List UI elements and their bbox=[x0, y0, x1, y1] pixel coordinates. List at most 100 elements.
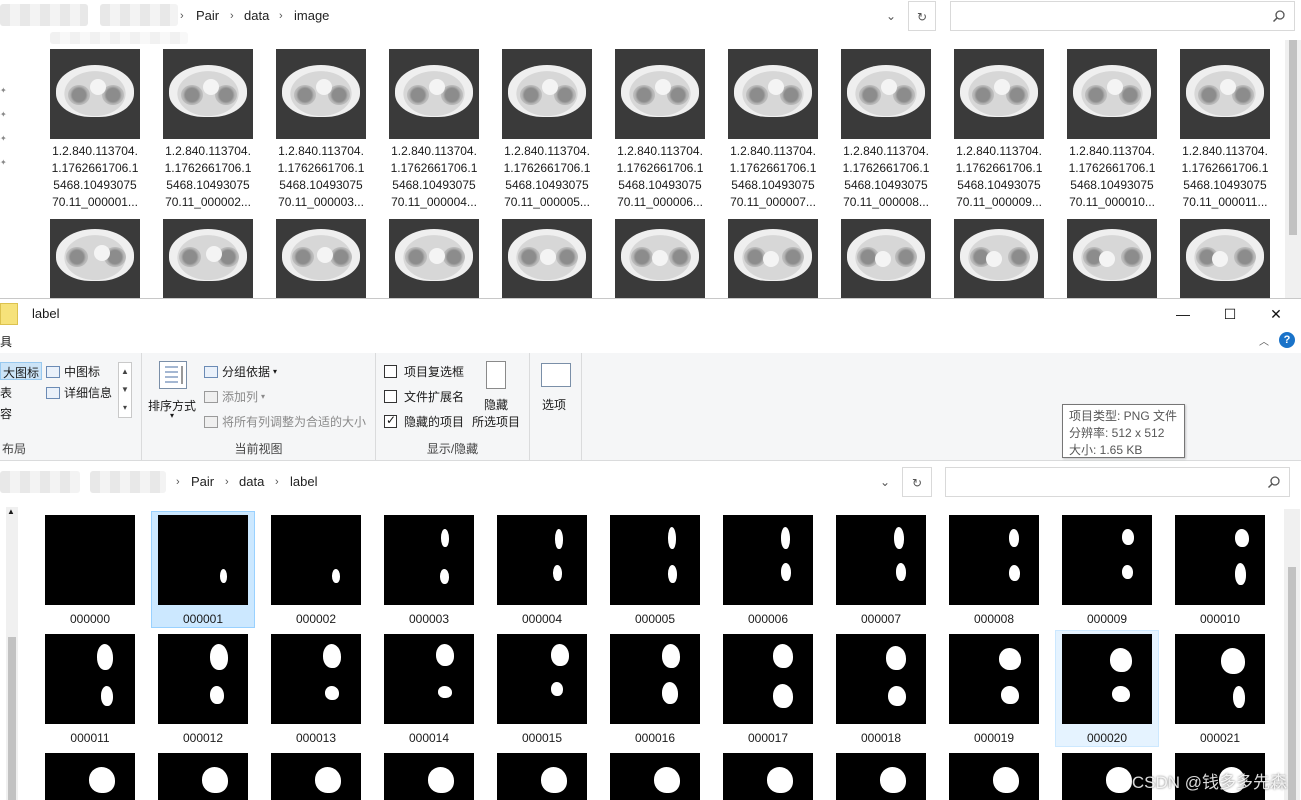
breadcrumb-image[interactable]: image bbox=[294, 1, 329, 31]
mask-thumbnail[interactable] bbox=[836, 753, 926, 800]
medium-icons-option[interactable]: 中图标 bbox=[46, 363, 100, 380]
mask-thumbnail[interactable] bbox=[271, 753, 361, 800]
ct-thumbnail[interactable] bbox=[1067, 219, 1157, 298]
breadcrumb-pair[interactable]: Pair bbox=[191, 467, 214, 497]
mask-thumbnail[interactable] bbox=[497, 515, 587, 605]
title-bar[interactable]: label — ☐ ✕ bbox=[0, 299, 1301, 329]
options-button[interactable]: 选项 bbox=[542, 396, 566, 413]
search-input[interactable] bbox=[945, 467, 1290, 497]
vertical-scrollbar[interactable] bbox=[1285, 40, 1301, 298]
address-bar[interactable]: › Pair › data › label ⌄ bbox=[166, 467, 902, 497]
mask-thumbnail[interactable] bbox=[723, 515, 813, 605]
content-option[interactable]: 内容 bbox=[0, 405, 12, 422]
mask-thumbnail[interactable] bbox=[45, 753, 135, 800]
ct-thumbnail[interactable] bbox=[615, 49, 705, 139]
hide-selected-button[interactable]: 隐藏 bbox=[484, 396, 508, 413]
mask-thumbnail[interactable] bbox=[384, 753, 474, 800]
mask-thumbnail[interactable] bbox=[610, 515, 700, 605]
ct-thumbnail[interactable] bbox=[954, 49, 1044, 139]
mask-thumbnail[interactable] bbox=[45, 515, 135, 605]
mask-thumbnail[interactable] bbox=[45, 634, 135, 724]
ct-thumbnail[interactable] bbox=[50, 219, 140, 298]
hide-selected-button-line2[interactable]: 所选项目 bbox=[472, 413, 520, 430]
ct-thumbnail[interactable] bbox=[841, 219, 931, 298]
add-columns-button[interactable]: 添加列▾ bbox=[204, 388, 265, 405]
layout-scroll[interactable]: ▲ ▼ ▾ bbox=[118, 362, 132, 418]
ct-thumbnail[interactable] bbox=[389, 49, 479, 139]
item-checkboxes-toggle[interactable]: 项目复选框 bbox=[384, 363, 464, 380]
breadcrumb-data[interactable]: data bbox=[239, 467, 264, 497]
mask-thumbnail[interactable] bbox=[271, 515, 361, 605]
ct-thumbnail[interactable] bbox=[1067, 49, 1157, 139]
maximize-button[interactable]: ☐ bbox=[1207, 299, 1253, 329]
breadcrumb-data[interactable]: data bbox=[244, 1, 269, 31]
ct-thumbnail[interactable] bbox=[389, 219, 479, 298]
vertical-scrollbar[interactable] bbox=[1284, 509, 1300, 800]
fit-columns-button[interactable]: 将所有列调整为合适的大小 bbox=[204, 413, 366, 430]
scroll-up-icon[interactable]: ▲ bbox=[119, 363, 131, 381]
chevron-up-icon[interactable]: ︿ bbox=[1259, 333, 1269, 348]
refresh-button[interactable]: ↻ bbox=[908, 1, 936, 31]
mask-thumbnail[interactable] bbox=[497, 753, 587, 800]
ct-thumbnail[interactable] bbox=[276, 49, 366, 139]
mask-thumbnail[interactable] bbox=[723, 753, 813, 800]
refresh-button[interactable]: ↻ bbox=[902, 467, 932, 497]
minimize-button[interactable]: — bbox=[1160, 299, 1206, 329]
ct-thumbnail[interactable] bbox=[502, 219, 592, 298]
scroll-down-icon[interactable]: ▼ bbox=[119, 381, 131, 399]
address-bar[interactable]: › Pair › data › image ⌄ bbox=[178, 1, 908, 31]
mask-thumbnail[interactable] bbox=[497, 634, 587, 724]
ct-thumbnail[interactable] bbox=[502, 49, 592, 139]
details-option[interactable]: 详细信息 bbox=[46, 384, 112, 401]
mask-thumbnail[interactable] bbox=[949, 634, 1039, 724]
ct-thumbnail[interactable] bbox=[163, 49, 253, 139]
mask-thumbnail[interactable] bbox=[158, 753, 248, 800]
ct-thumbnail[interactable] bbox=[841, 49, 931, 139]
mask-thumbnail[interactable] bbox=[158, 634, 248, 724]
mask-thumbnail[interactable] bbox=[610, 634, 700, 724]
ct-thumbnail[interactable] bbox=[50, 49, 140, 139]
scrollbar-thumb[interactable] bbox=[1288, 567, 1296, 800]
scrollbar-thumb[interactable] bbox=[1289, 40, 1297, 235]
mask-thumbnail[interactable] bbox=[610, 753, 700, 800]
mask-thumbnail[interactable] bbox=[158, 515, 248, 605]
ct-thumbnail[interactable] bbox=[276, 219, 366, 298]
ct-thumbnail[interactable] bbox=[615, 219, 705, 298]
mask-thumbnail[interactable] bbox=[949, 753, 1039, 800]
close-button[interactable]: ✕ bbox=[1253, 299, 1299, 329]
mask-thumbnail[interactable] bbox=[1062, 634, 1152, 724]
file-extensions-toggle[interactable]: 文件扩展名 bbox=[384, 388, 464, 405]
breadcrumb-pair[interactable]: Pair bbox=[196, 1, 219, 31]
mask-thumbnail[interactable] bbox=[836, 515, 926, 605]
mask-thumbnail[interactable] bbox=[1175, 515, 1265, 605]
mask-thumbnail[interactable] bbox=[1175, 634, 1265, 724]
scroll-up-icon[interactable]: ▲ bbox=[7, 507, 15, 516]
mask-thumbnail[interactable] bbox=[384, 634, 474, 724]
ct-thumbnail[interactable] bbox=[728, 49, 818, 139]
expand-icon[interactable]: ▾ bbox=[119, 399, 131, 417]
chevron-down-icon[interactable]: ⌄ bbox=[872, 467, 898, 497]
list-option[interactable]: 列表 bbox=[0, 384, 12, 401]
help-icon[interactable]: ? bbox=[1279, 332, 1295, 348]
item-checkboxes-checkbox[interactable] bbox=[384, 365, 397, 378]
search-input[interactable] bbox=[950, 1, 1295, 31]
chevron-down-icon[interactable]: ⌄ bbox=[878, 1, 904, 31]
breadcrumb-label[interactable]: label bbox=[290, 467, 317, 497]
file-extensions-checkbox[interactable] bbox=[384, 390, 397, 403]
hidden-items-toggle[interactable]: 隐藏的项目 bbox=[384, 413, 464, 430]
mask-thumbnail[interactable] bbox=[836, 634, 926, 724]
tab-fragment[interactable]: 具 bbox=[0, 333, 12, 350]
ct-thumbnail[interactable] bbox=[728, 219, 818, 298]
group-by-button[interactable]: 分组依据▾ bbox=[204, 363, 277, 380]
ct-thumbnail[interactable] bbox=[1180, 49, 1270, 139]
hidden-items-checkbox[interactable] bbox=[384, 415, 397, 428]
scrollbar-thumb[interactable] bbox=[8, 637, 16, 800]
left-pane-scrollbar[interactable]: ▲ bbox=[6, 507, 18, 800]
mask-thumbnail[interactable] bbox=[271, 634, 361, 724]
ct-thumbnail[interactable] bbox=[1180, 219, 1270, 298]
mask-thumbnail[interactable] bbox=[384, 515, 474, 605]
ct-thumbnail[interactable] bbox=[163, 219, 253, 298]
mask-thumbnail[interactable] bbox=[949, 515, 1039, 605]
ct-thumbnail[interactable] bbox=[954, 219, 1044, 298]
mask-thumbnail[interactable] bbox=[723, 634, 813, 724]
